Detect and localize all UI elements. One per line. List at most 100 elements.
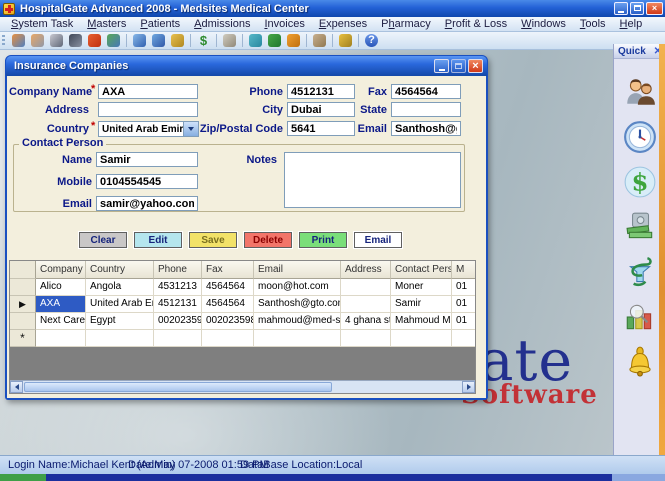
dialog-close-icon[interactable]: × bbox=[468, 59, 483, 73]
grid-column-header[interactable]: Country bbox=[86, 261, 154, 279]
grid-cell[interactable] bbox=[341, 296, 391, 313]
grid-column-header[interactable]: Company bbox=[36, 261, 86, 279]
grid-cell[interactable]: moon@hot.com bbox=[254, 279, 341, 296]
grid-cell[interactable]: 4 ghana street bbox=[341, 313, 391, 330]
menu-help[interactable]: Help bbox=[613, 18, 650, 30]
grid-cell[interactable]: Moner bbox=[391, 279, 452, 296]
restore-icon[interactable] bbox=[630, 2, 644, 15]
grid-cell[interactable]: Samir bbox=[391, 296, 452, 313]
grid-cell[interactable] bbox=[202, 330, 254, 347]
expenses-bag-icon[interactable] bbox=[285, 33, 302, 49]
menu-profit-loss[interactable]: Profit & Loss bbox=[438, 18, 514, 30]
fax-field[interactable] bbox=[391, 84, 461, 99]
grid-cell[interactable]: 01 bbox=[452, 313, 476, 330]
grid-column-header[interactable]: Phone bbox=[154, 261, 202, 279]
appointments-clock-icon[interactable] bbox=[623, 120, 657, 154]
scroll-thumb[interactable] bbox=[24, 382, 332, 392]
records-folder-icon[interactable] bbox=[150, 33, 167, 49]
scroll-right-icon[interactable] bbox=[462, 381, 475, 393]
dialog-maximize-icon[interactable] bbox=[451, 59, 466, 73]
row-selector[interactable] bbox=[10, 279, 36, 296]
reports-chart-icon[interactable] bbox=[623, 300, 657, 334]
row-selector-arrow-icon[interactable]: ▶ bbox=[10, 296, 36, 313]
injection-icon[interactable] bbox=[169, 33, 186, 49]
grid-cell[interactable] bbox=[154, 330, 202, 347]
prescription-pen-icon[interactable] bbox=[86, 33, 103, 49]
grid-cell[interactable] bbox=[391, 330, 452, 347]
pharmacy-icon[interactable] bbox=[623, 255, 657, 289]
delete-button[interactable]: Delete bbox=[244, 232, 292, 248]
menu-admissions[interactable]: Admissions bbox=[187, 18, 257, 30]
grid-column-header[interactable]: Contact Person bbox=[391, 261, 452, 279]
grid-cell[interactable]: 00202359855 bbox=[154, 313, 202, 330]
grid-cell[interactable]: 4531213 bbox=[154, 279, 202, 296]
admit-patient-icon[interactable] bbox=[10, 33, 27, 49]
inventory-box-icon[interactable] bbox=[221, 33, 238, 49]
email-button[interactable]: Email bbox=[354, 232, 402, 248]
clear-button[interactable]: Clear bbox=[79, 232, 127, 248]
grid-cell[interactable] bbox=[254, 330, 341, 347]
billing-dollar-icon[interactable]: $ bbox=[195, 33, 212, 49]
notes-field[interactable] bbox=[284, 152, 461, 208]
dialog-minimize-icon[interactable] bbox=[434, 59, 449, 73]
dialog-titlebar[interactable]: Insurance Companies × bbox=[6, 56, 487, 76]
assets-icon[interactable] bbox=[311, 33, 328, 49]
grid-cell[interactable]: Mahmoud Maher Emam bbox=[391, 313, 452, 330]
billing-dollar-icon[interactable]: $ bbox=[623, 165, 657, 199]
contact-name-field[interactable] bbox=[96, 152, 198, 167]
pharmacy-snake-icon[interactable] bbox=[266, 33, 283, 49]
grid-cell[interactable]: 4512131 bbox=[154, 296, 202, 313]
grid-column-header[interactable]: Fax bbox=[202, 261, 254, 279]
help-icon[interactable]: ? bbox=[363, 33, 380, 49]
reminders-bell-icon[interactable] bbox=[623, 345, 657, 379]
grid-cell[interactable] bbox=[341, 330, 391, 347]
grid-column-header[interactable]: M bbox=[452, 261, 476, 279]
appointments-clock-icon[interactable] bbox=[131, 33, 148, 49]
save-button[interactable]: Save bbox=[189, 232, 237, 248]
print-button[interactable]: Print bbox=[299, 232, 347, 248]
grid-cell[interactable]: Next Care bbox=[36, 313, 86, 330]
patients-people-icon[interactable] bbox=[623, 75, 657, 109]
edit-record-icon[interactable] bbox=[48, 33, 65, 49]
country-combobox[interactable]: United Arab Emirates bbox=[98, 121, 199, 137]
minimize-icon[interactable] bbox=[614, 2, 628, 15]
menu-system-task[interactable]: System Task bbox=[4, 18, 80, 30]
grid-cell[interactable]: 002023598554 bbox=[202, 313, 254, 330]
grid-cell[interactable] bbox=[452, 330, 476, 347]
menu-tools[interactable]: Tools bbox=[573, 18, 613, 30]
grid-hscrollbar[interactable] bbox=[10, 380, 475, 393]
grid-column-header[interactable]: Address bbox=[341, 261, 391, 279]
close-icon[interactable]: × bbox=[646, 2, 663, 15]
lab-test-icon[interactable] bbox=[67, 33, 84, 49]
grid-cell[interactable]: 01 bbox=[452, 279, 476, 296]
grid-cell[interactable]: 01 bbox=[452, 296, 476, 313]
grid-cell[interactable] bbox=[341, 279, 391, 296]
state-field[interactable] bbox=[391, 102, 461, 117]
grid-cell[interactable]: Egypt bbox=[86, 313, 154, 330]
patient-icon[interactable] bbox=[29, 33, 46, 49]
discharge-icon[interactable] bbox=[105, 33, 122, 49]
menu-patients[interactable]: Patients bbox=[133, 18, 187, 30]
menu-pharmacy[interactable]: Pharmacy bbox=[374, 18, 438, 30]
cashbox-icon[interactable] bbox=[623, 210, 657, 244]
grid-cell[interactable]: mahmoud@med-sites.com bbox=[254, 313, 341, 330]
grid-cell[interactable]: Santhosh@gto.com bbox=[254, 296, 341, 313]
zip-field[interactable] bbox=[287, 121, 355, 136]
address-field[interactable] bbox=[98, 102, 198, 117]
menu-expenses[interactable]: Expenses bbox=[312, 18, 374, 30]
menu-windows[interactable]: Windows bbox=[514, 18, 573, 30]
phone-field[interactable] bbox=[287, 84, 355, 99]
star-user-icon[interactable] bbox=[337, 33, 354, 49]
contact-email-field[interactable] bbox=[96, 196, 198, 211]
scroll-left-icon[interactable] bbox=[10, 381, 23, 393]
pharmacy-jug-icon[interactable] bbox=[247, 33, 264, 49]
toolbar-grip-icon[interactable] bbox=[2, 35, 5, 47]
grid-column-header[interactable]: Email bbox=[254, 261, 341, 279]
contact-mobile-field[interactable] bbox=[96, 174, 198, 189]
grid-cell[interactable]: 4564564 bbox=[202, 296, 254, 313]
menu-invoices[interactable]: Invoices bbox=[257, 18, 311, 30]
grid-cell[interactable] bbox=[86, 330, 154, 347]
row-selector[interactable] bbox=[10, 313, 36, 330]
grid-cell[interactable]: 4564564 bbox=[202, 279, 254, 296]
city-field[interactable] bbox=[287, 102, 355, 117]
